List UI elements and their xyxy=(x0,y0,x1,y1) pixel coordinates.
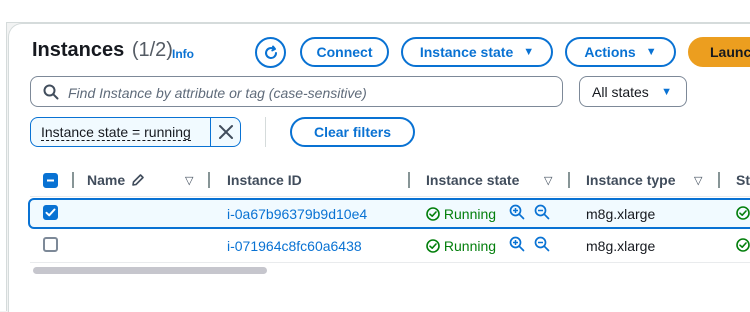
search-placeholder: Find Instance by attribute or tag (case-… xyxy=(68,85,367,101)
refresh-button[interactable] xyxy=(255,37,286,68)
zoom-out-icon[interactable] xyxy=(534,204,550,220)
sort-icon[interactable]: ▽ xyxy=(185,174,193,187)
zoom-in-icon[interactable] xyxy=(509,236,525,252)
instance-state-text: Running xyxy=(443,206,497,222)
instance-type-value: m8g.xlarge xyxy=(586,206,656,222)
sort-icon[interactable]: ▽ xyxy=(544,174,552,187)
top-bar xyxy=(0,0,750,23)
instance-id-link[interactable]: i-071964c8fc60a6438 xyxy=(227,238,362,254)
column-name-label: Name xyxy=(87,172,126,188)
info-link[interactable]: Info xyxy=(172,47,194,61)
states-select[interactable]: All states ▼ xyxy=(579,76,687,107)
filter-token-label[interactable]: Instance state = running xyxy=(41,124,191,141)
zoom-in-icon[interactable] xyxy=(509,204,525,220)
zoom-out-icon[interactable] xyxy=(534,236,550,252)
row-checkbox[interactable] xyxy=(43,205,58,220)
filter-token-divider xyxy=(210,118,211,146)
check-circle-icon xyxy=(426,207,440,221)
column-separator xyxy=(718,172,720,188)
instance-type-value: m8g.xlarge xyxy=(586,238,656,254)
instance-state-status: Running xyxy=(426,238,496,254)
instance-state-status: Running xyxy=(426,206,496,222)
scrollbar-thumb[interactable] xyxy=(33,267,267,274)
check-circle-icon xyxy=(736,206,750,220)
row-divider xyxy=(30,262,750,263)
column-separator xyxy=(568,172,570,188)
select-all-checkbox[interactable] xyxy=(43,173,58,188)
pencil-icon xyxy=(132,174,144,186)
caret-down-icon: ▼ xyxy=(645,46,657,58)
filter-divider xyxy=(265,117,266,147)
header-divider xyxy=(30,196,750,197)
check-circle-icon xyxy=(426,239,440,253)
column-header-status-check[interactable]: St xyxy=(736,172,750,188)
close-icon[interactable] xyxy=(217,123,235,141)
page-title: Instances (1/2) xyxy=(32,39,173,62)
column-separator xyxy=(408,172,410,188)
sort-icon[interactable]: ▽ xyxy=(694,174,702,187)
check-circle-icon xyxy=(736,238,750,252)
filter-token: Instance state = running xyxy=(30,117,241,147)
clear-filters-button[interactable]: Clear filters xyxy=(290,117,415,147)
search-input[interactable]: Find Instance by attribute or tag (case-… xyxy=(30,76,563,107)
refresh-icon xyxy=(264,45,277,59)
caret-down-icon: ▼ xyxy=(661,86,672,98)
side-navigation-edge xyxy=(0,22,7,311)
instance-state-label: Instance state xyxy=(419,44,514,60)
column-header-instance-state[interactable]: Instance state xyxy=(426,172,519,188)
connect-label: Connect xyxy=(316,44,373,60)
launch-instances-button[interactable]: Launch xyxy=(688,37,750,67)
actions-dropdown[interactable]: Actions ▼ xyxy=(565,37,676,67)
selection-count: (1/2) xyxy=(131,39,173,61)
actions-label: Actions xyxy=(584,44,636,60)
instance-id-link[interactable]: i-0a67b96379b9d10e4 xyxy=(227,206,367,222)
column-header-name[interactable]: Name xyxy=(87,172,145,188)
column-separator xyxy=(72,172,74,188)
caret-down-icon: ▼ xyxy=(523,46,535,58)
column-header-instance-id[interactable]: Instance ID xyxy=(227,172,302,188)
search-icon xyxy=(43,84,59,100)
minus-icon xyxy=(47,179,54,182)
title-text: Instances xyxy=(32,39,125,61)
row-checkbox[interactable] xyxy=(43,237,58,252)
instance-state-dropdown[interactable]: Instance state ▼ xyxy=(401,37,553,67)
connect-button[interactable]: Connect xyxy=(300,37,389,67)
clear-filters-label: Clear filters xyxy=(313,124,392,140)
checkmark-icon xyxy=(45,208,56,217)
states-select-value: All states xyxy=(592,84,649,100)
launch-label: Launch xyxy=(710,44,750,60)
column-separator xyxy=(208,172,210,188)
instance-state-text: Running xyxy=(443,238,497,254)
column-header-instance-type[interactable]: Instance type xyxy=(586,172,675,188)
